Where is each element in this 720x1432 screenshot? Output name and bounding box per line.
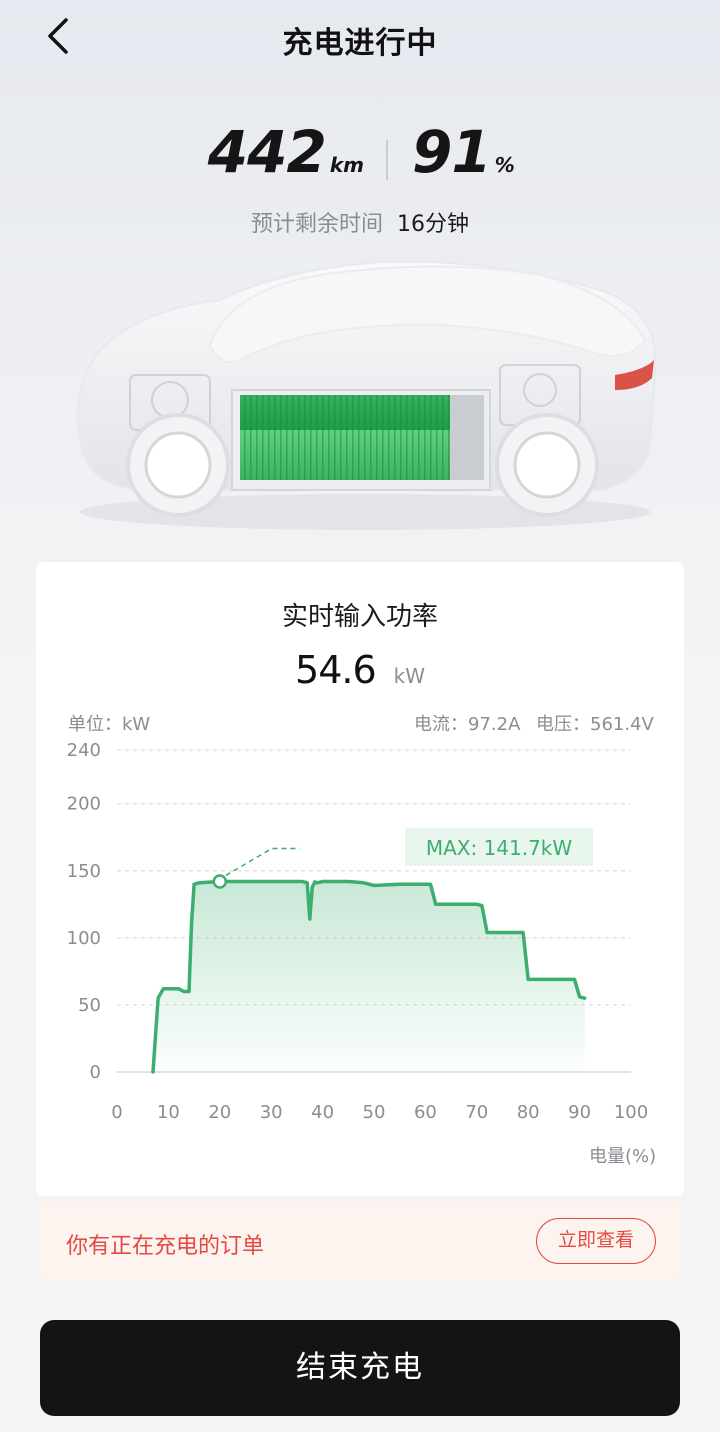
current-label: 电流：97.2A <box>414 714 521 735</box>
power-unit: kW <box>393 664 425 688</box>
end-charging-button[interactable]: 结束充电 <box>40 1320 680 1416</box>
range-unit: km <box>329 153 364 177</box>
remaining-label: 预计剩余时间 <box>250 212 383 237</box>
range-stat: 442 km <box>208 118 364 186</box>
stat-divider <box>386 140 388 180</box>
power-value: 54.6 <box>295 648 377 692</box>
unit-label: 单位：kW <box>68 714 151 735</box>
power-title: 实时输入功率 <box>281 602 438 632</box>
battery-unit: % <box>494 153 515 177</box>
header: 充电进行中 <box>0 0 720 76</box>
car-illustration <box>76 260 657 530</box>
view-order-button[interactable]: 立即查看 <box>536 1218 656 1264</box>
voltage-label: 电压：561.4V <box>536 714 654 735</box>
battery-stat: 91 % <box>412 118 515 186</box>
charge-stats: 442 km 91 % <box>0 118 720 198</box>
range-value: 442 <box>207 118 327 186</box>
remaining-time: 预计剩余时间 16分钟 <box>0 206 720 238</box>
notice-text: 你有正在充电的订单 <box>66 1234 265 1259</box>
page-title: 充电进行中 <box>282 26 438 61</box>
battery-value: 91 <box>412 118 492 186</box>
power-readout: 54.6 kW <box>0 648 720 692</box>
remaining-value: 16分钟 <box>397 212 469 237</box>
x-axis-label: 电量(%) <box>589 1146 657 1167</box>
